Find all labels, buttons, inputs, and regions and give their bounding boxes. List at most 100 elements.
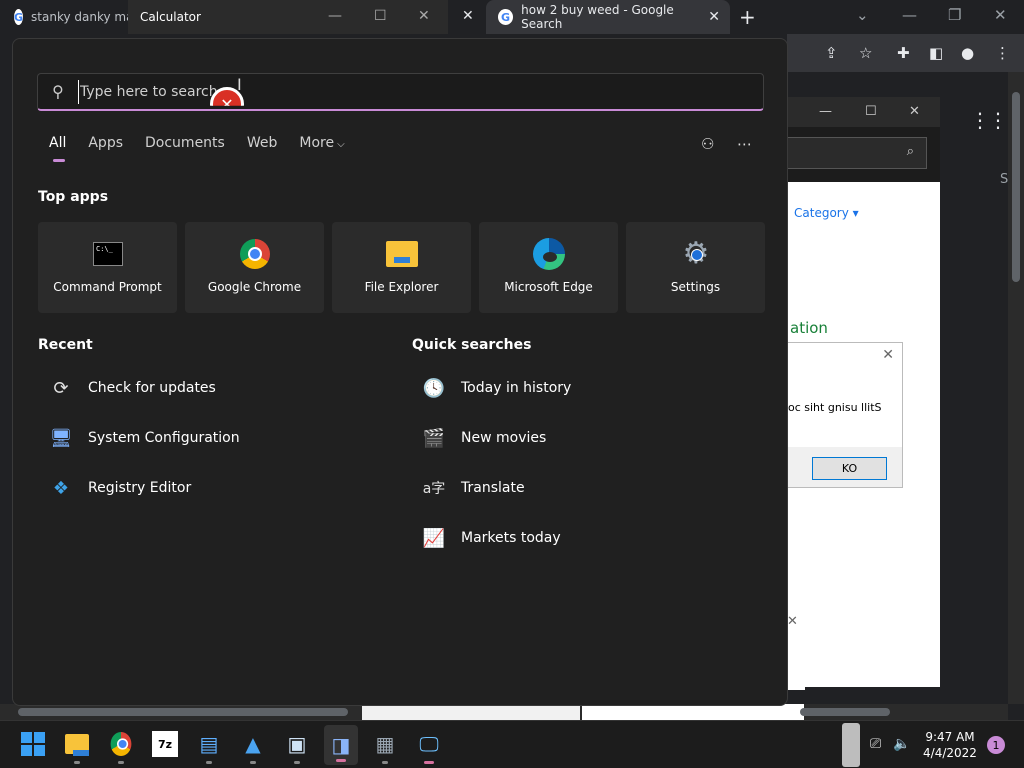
horizontal-scrollbar[interactable] <box>0 704 1008 720</box>
tab-title: stanky danky ma <box>31 10 128 24</box>
app-card-microsoft-edge[interactable]: Microsoft Edge <box>479 222 618 313</box>
list-item-label: System Configuration <box>88 430 240 446</box>
clock-icon: 🕓 <box>422 377 446 399</box>
seven-zip-icon: 7z <box>157 737 173 751</box>
search-icon[interactable]: ⌕ <box>907 144 914 159</box>
tab-documents[interactable]: Documents <box>145 135 225 159</box>
taskbar-chrome[interactable] <box>108 731 134 764</box>
list-item[interactable]: 🖥 System Configuration <box>48 413 240 463</box>
search-box[interactable]: ⚲ <box>37 73 764 111</box>
network-icon[interactable]: ⎚ <box>870 736 881 752</box>
google-favicon-icon: G <box>14 9 24 25</box>
close-tab-icon[interactable]: ✕ <box>462 8 474 24</box>
tab-search-dropdown-icon[interactable]: ⌄ <box>856 6 869 24</box>
list-item-label: Translate <box>461 480 525 496</box>
translate-icon: a字 <box>422 481 446 497</box>
calculator-icon: ▦ <box>375 732 395 756</box>
extensions-icon[interactable]: ✚ <box>897 44 910 62</box>
app-card-file-explorer[interactable]: File Explorer <box>332 222 471 313</box>
list-item[interactable]: ⟳ Check for updates <box>48 363 240 413</box>
notification-badge[interactable]: 1 <box>987 736 1005 754</box>
list-item[interactable]: 📈 Markets today <box>421 513 571 563</box>
search-input[interactable] <box>78 80 718 104</box>
app-card-google-chrome[interactable]: Google Chrome <box>185 222 324 313</box>
list-item[interactable]: 🕓 Today in history <box>421 363 572 413</box>
volume-icon[interactable]: 🔈 <box>893 736 910 752</box>
recent-title: Recent <box>38 337 93 353</box>
profile-icon[interactable]: ● <box>961 44 974 62</box>
browser-tab-1[interactable]: G stanky danky ma <box>14 0 128 34</box>
browser-tab-google-search[interactable]: G how 2 buy weed - Google Search ✕ <box>486 0 730 34</box>
calculator-maximize-icon[interactable]: ☐ <box>374 8 387 24</box>
app-card-settings[interactable]: ⚙ Settings <box>626 222 765 313</box>
close-icon[interactable]: ✕ <box>787 614 798 629</box>
close-tab-icon[interactable]: ✕ <box>708 9 720 25</box>
taskbar-paint[interactable]: ▣ <box>284 731 310 764</box>
side-panel-icon[interactable]: ◧ <box>929 44 943 62</box>
list-item-label: Markets today <box>461 530 561 546</box>
folder-icon <box>386 238 418 270</box>
minimize-icon[interactable]: — <box>819 104 832 119</box>
connected-account-icon[interactable]: ⚇ <box>701 135 714 153</box>
scrollbar-thumb[interactable] <box>800 708 890 716</box>
list-item[interactable]: 🎬 New movies <box>421 413 571 463</box>
taskbar-remote-desktop[interactable]: 🖵 <box>416 731 442 764</box>
vertical-scrollbar[interactable] <box>1008 72 1024 704</box>
background-search-field[interactable]: ⌕ <box>787 137 927 169</box>
taskbar-notepad[interactable]: ▤ <box>196 731 222 764</box>
close-icon[interactable]: ✕ <box>882 347 894 363</box>
app-label: Microsoft Edge <box>504 280 593 294</box>
more-options-icon[interactable]: ⋯ <box>737 135 752 153</box>
app-label: Settings <box>670 280 721 294</box>
top-apps-title: Top apps <box>38 189 109 205</box>
taskbar-calculator[interactable]: ▦ <box>372 731 398 764</box>
maximize-icon[interactable]: ☐ <box>865 104 877 119</box>
taskbar-photos[interactable]: ▲ <box>240 731 266 764</box>
calculator-minimize-icon[interactable]: — <box>328 8 342 24</box>
tab-all[interactable]: All <box>49 135 66 162</box>
google-favicon-icon: G <box>498 9 514 25</box>
tab-web[interactable]: Web <box>247 135 278 159</box>
app-window-icon: ◨ <box>331 733 351 757</box>
refresh-icon: ⟳ <box>53 377 69 399</box>
list-item-label: Registry Editor <box>88 480 192 496</box>
ok-button[interactable]: KO <box>812 457 887 480</box>
scrollbar-thumb[interactable] <box>18 708 348 716</box>
app-card-command-prompt[interactable]: C:\_ Command Prompt <box>38 222 177 313</box>
menu-kebab-icon[interactable]: ⋮ <box>995 44 1010 62</box>
list-item-label: Today in history <box>461 380 572 396</box>
taskbar-active-app[interactable]: ◨ <box>324 725 358 765</box>
mirrored-dialog: ✕ oc siht gnisu llitS KO <box>787 342 903 488</box>
new-tab-button[interactable]: + <box>739 5 756 29</box>
scroll-area <box>582 704 804 720</box>
dialog-message: oc siht gnisu llitS <box>788 401 882 414</box>
paint-icon: ▣ <box>287 732 307 756</box>
list-item-label: New movies <box>461 430 547 446</box>
list-item-label: Check for updates <box>88 380 216 396</box>
list-item[interactable]: a字 Translate <box>421 463 571 513</box>
monitor-icon: 🖵 <box>419 732 439 756</box>
background-window-title-bar[interactable]: — ☐ ✕ <box>787 97 940 127</box>
bookmark-star-icon[interactable]: ☆ <box>859 44 872 62</box>
calculator-title-bar[interactable]: Calculator — ☐ ✕ <box>128 0 448 34</box>
taskbar-file-explorer[interactable] <box>64 731 90 764</box>
background-heading-fragment: ation <box>790 319 828 337</box>
category-dropdown[interactable]: Category ▾ <box>794 206 859 220</box>
restore-icon[interactable]: ❐ <box>948 6 961 24</box>
close-window-icon[interactable]: ✕ <box>994 6 1007 24</box>
scrollbar-thumb[interactable] <box>1012 92 1020 282</box>
chrome-icon <box>239 238 271 270</box>
close-icon[interactable]: ✕ <box>909 104 920 119</box>
calculator-close-icon[interactable]: ✕ <box>418 8 430 24</box>
start-button[interactable] <box>20 731 46 757</box>
list-item[interactable]: ❖ Registry Editor <box>48 463 240 513</box>
tab-more[interactable]: More ⌵ <box>299 135 344 159</box>
tray-overflow-handle[interactable] <box>842 723 860 767</box>
share-icon[interactable]: ⇪ <box>825 44 838 62</box>
taskbar-clock[interactable]: 9:47 AM 4/4/2022 <box>922 729 978 761</box>
minimize-icon[interactable]: — <box>902 6 917 24</box>
tab-more-label: More <box>299 135 335 151</box>
clock-date: 4/4/2022 <box>923 746 977 760</box>
tab-apps[interactable]: Apps <box>88 135 123 159</box>
taskbar-7zip[interactable]: 7z <box>152 731 178 757</box>
